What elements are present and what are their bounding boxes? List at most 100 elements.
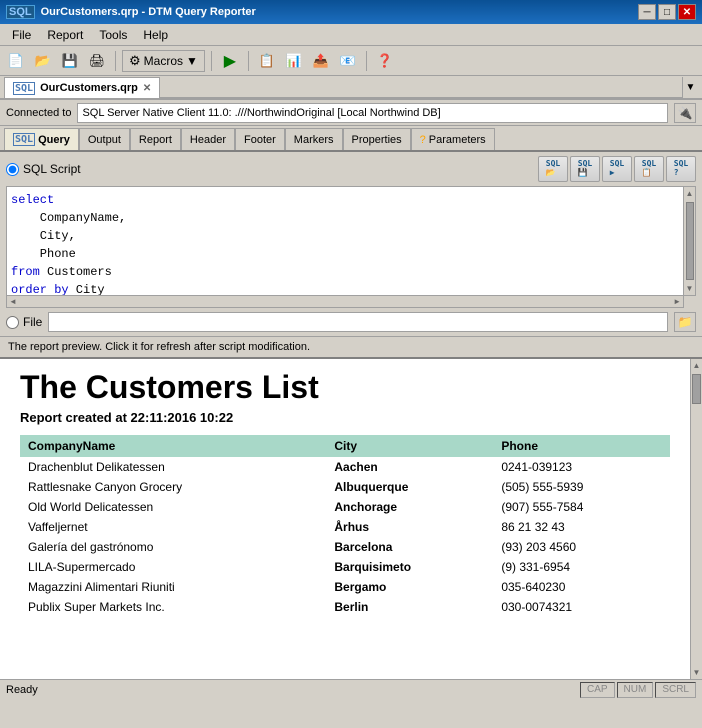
title-bar: SQL OurCustomers.qrp - DTM Query Reporte…	[0, 0, 702, 24]
tab-footer[interactable]: Footer	[235, 128, 285, 150]
toolbar-separator-3	[248, 51, 249, 71]
table-header-row: CompanyName City Phone	[20, 435, 670, 457]
table-row: Publix Super Markets Inc.Berlin030-00743…	[20, 597, 670, 617]
tab-parameters[interactable]: ? Parameters	[411, 128, 495, 150]
doc-tab-close-button[interactable]: ✕	[143, 83, 151, 94]
minimize-button[interactable]: ─	[638, 4, 656, 20]
tab-output-label: Output	[88, 134, 121, 146]
sql-editor-container: select CompanyName, City, Phone from Cus…	[6, 186, 696, 296]
connection-refresh-button[interactable]: 🔌	[674, 103, 696, 123]
table-cell: Drachenblut Delikatessen	[20, 457, 326, 477]
table-cell: Magazzini Alimentari Riuniti	[20, 577, 326, 597]
file-label: File	[23, 315, 42, 329]
export-report-button[interactable]: 📊	[282, 50, 306, 72]
table-row: Old World DelicatessenAnchorage(907) 555…	[20, 497, 670, 517]
open-button[interactable]: 📂	[31, 50, 55, 72]
tab-report[interactable]: Report	[130, 128, 181, 150]
close-button[interactable]: ✕	[678, 4, 696, 20]
file-browse-button[interactable]: 📁	[674, 312, 696, 332]
tab-query[interactable]: SQL Query	[4, 128, 79, 150]
file-radio[interactable]	[6, 316, 19, 329]
content-tabs: SQL Query Output Report Header Footer Ma…	[0, 126, 702, 152]
macros-arrow-icon: ▼	[186, 54, 198, 68]
sql-save-button[interactable]: SQL💾	[570, 156, 600, 182]
new-button[interactable]: 📄	[4, 50, 28, 72]
tab-query-icon: SQL	[13, 133, 35, 146]
help-button[interactable]: ❓	[373, 50, 397, 72]
doc-tab-ourcustomers[interactable]: SQL OurCustomers.qrp ✕	[4, 77, 160, 98]
connection-bar: Connected to SQL Server Native Client 11…	[0, 100, 702, 126]
query-panel: SQL Script SQL📂 SQL💾 SQL▶ SQL📋 SQL? sele…	[0, 152, 702, 336]
toolbar: 📄 📂 💾 🖨 ⚙ Macros ▼ ▶ 📋 📊 📤 📧 ❓	[0, 46, 702, 76]
sql-editor-hscrollbar[interactable]: ◄ ►	[6, 296, 684, 308]
menu-file[interactable]: File	[4, 26, 39, 44]
table-cell: Galería del gastrónomo	[20, 537, 326, 557]
macros-dropdown[interactable]: ⚙ Macros ▼	[122, 50, 205, 72]
email-button[interactable]: 📧	[336, 50, 360, 72]
table-cell: (505) 555-5939	[493, 477, 670, 497]
table-cell: (9) 331-6954	[493, 557, 670, 577]
run-button[interactable]: ▶	[218, 50, 242, 72]
menu-tools[interactable]: Tools	[91, 26, 135, 44]
table-cell: Berlin	[326, 597, 493, 617]
table-cell: (907) 555-7584	[493, 497, 670, 517]
report-table: CompanyName City Phone Drachenblut Delik…	[20, 435, 670, 617]
status-indicators: CAP NUM SCRL	[580, 682, 696, 698]
table-row: Magazzini Alimentari RiunitiBergamo035-6…	[20, 577, 670, 597]
table-cell: Århus	[326, 517, 493, 537]
export-grid-button[interactable]: 📋	[255, 50, 279, 72]
report-title: The Customers List	[20, 369, 670, 406]
table-cell: LILA-Supermercado	[20, 557, 326, 577]
table-row: VaffeljernetÅrhus86 21 32 43	[20, 517, 670, 537]
tab-properties[interactable]: Properties	[343, 128, 411, 150]
maximize-button[interactable]: □	[658, 4, 676, 20]
file-radio-label[interactable]: File	[6, 315, 42, 329]
tab-header[interactable]: Header	[181, 128, 235, 150]
sql-script-radio-label[interactable]: SQL Script	[6, 162, 81, 176]
sql-open-button[interactable]: SQL📂	[538, 156, 568, 182]
report-hint[interactable]: The report preview. Click it for refresh…	[0, 336, 702, 359]
tab-markers[interactable]: Markers	[285, 128, 343, 150]
sql-copy-button[interactable]: SQL📋	[634, 156, 664, 182]
file-input[interactable]	[48, 312, 668, 332]
sql-editor[interactable]: select CompanyName, City, Phone from Cus…	[6, 186, 684, 296]
sql-script-label: SQL Script	[23, 162, 81, 176]
table-cell: Bergamo	[326, 577, 493, 597]
tab-query-label: Query	[38, 134, 70, 146]
table-cell: Albuquerque	[326, 477, 493, 497]
sql-editor-scrollbar[interactable]: ▲ ▼	[684, 186, 696, 296]
num-indicator: NUM	[617, 682, 654, 698]
report-hint-text: The report preview. Click it for refresh…	[8, 341, 310, 353]
col-company-name: CompanyName	[20, 435, 326, 457]
report-scrollbar-thumb[interactable]	[692, 374, 701, 404]
table-row: Rattlesnake Canyon GroceryAlbuquerque(50…	[20, 477, 670, 497]
col-phone: Phone	[493, 435, 670, 457]
sql-help-button[interactable]: SQL?	[666, 156, 696, 182]
table-cell: Old World Delicatessen	[20, 497, 326, 517]
sql-run-button[interactable]: SQL▶	[602, 156, 632, 182]
report-subtitle: Report created at 22:11:2016 10:22	[20, 410, 670, 425]
tab-report-label: Report	[139, 134, 172, 146]
table-cell: (93) 203 4560	[493, 537, 670, 557]
table-cell: Aachen	[326, 457, 493, 477]
sql-script-radio[interactable]	[6, 163, 19, 176]
table-cell: Vaffeljernet	[20, 517, 326, 537]
table-row: Galería del gastrónomoBarcelona(93) 203 …	[20, 537, 670, 557]
menu-report[interactable]: Report	[39, 26, 91, 44]
tab-parameters-label: Parameters	[429, 134, 486, 146]
tab-output[interactable]: Output	[79, 128, 130, 150]
tab-scroll-right[interactable]: ▼	[682, 77, 698, 98]
table-cell: Rattlesnake Canyon Grocery	[20, 477, 326, 497]
save-button[interactable]: 💾	[58, 50, 82, 72]
connection-label: Connected to	[6, 107, 71, 119]
col-city: City	[326, 435, 493, 457]
report-scrollbar[interactable]: ▲ ▼	[690, 359, 702, 679]
macros-label: Macros	[144, 54, 183, 68]
send-button[interactable]: 📤	[309, 50, 333, 72]
print-button[interactable]: 🖨	[85, 50, 109, 72]
menu-help[interactable]: Help	[135, 26, 176, 44]
menu-bar: File Report Tools Help	[0, 24, 702, 46]
tab-properties-label: Properties	[352, 134, 402, 146]
report-preview[interactable]: The Customers List Report created at 22:…	[0, 359, 690, 679]
table-row: LILA-SupermercadoBarquisimeto(9) 331-695…	[20, 557, 670, 577]
